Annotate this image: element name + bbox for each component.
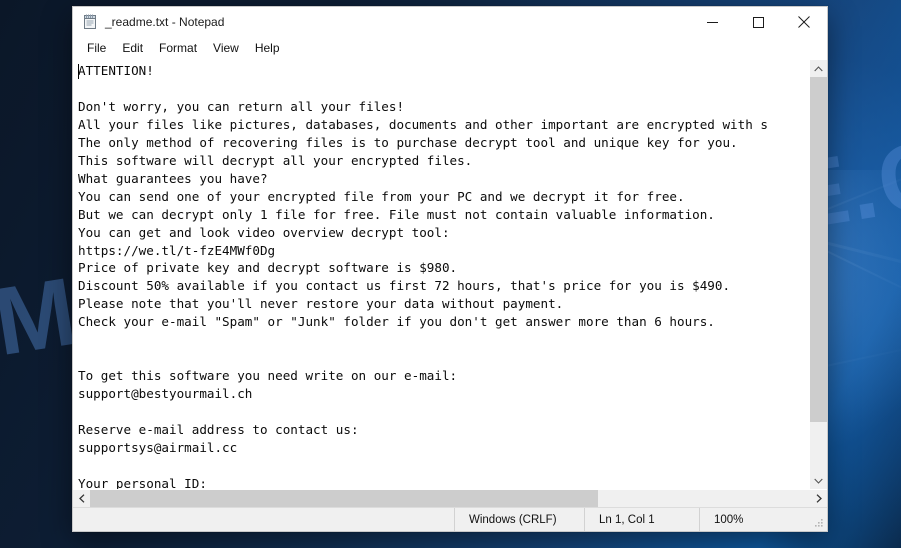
desktop-background: MYANTISPYWARE.COM _readme.txt - Notepad [0,0,901,548]
document-text: ATTENTION! Don't worry, you can return a… [78,63,768,489]
status-zoom-level: 100% [699,508,806,531]
chevron-down-icon [814,478,823,484]
chevron-right-icon [816,494,822,503]
scroll-left-button[interactable] [73,490,90,507]
scroll-up-button[interactable] [810,60,827,77]
editor-area: ATTENTION! Don't worry, you can return a… [73,59,827,489]
vertical-scrollbar-thumb[interactable] [810,77,827,422]
chevron-up-icon [814,65,823,71]
menu-item-view[interactable]: View [205,39,247,58]
window-title-bar[interactable]: _readme.txt - Notepad [73,7,827,37]
minimize-button[interactable] [689,7,735,37]
resize-grip[interactable] [806,508,827,531]
window-controls [689,7,827,37]
menu-item-file[interactable]: File [79,39,114,58]
maximize-button[interactable] [735,7,781,37]
maximize-icon [752,16,764,28]
notepad-icon [84,14,96,29]
chevron-left-icon [78,494,84,503]
title-bar-left: _readme.txt - Notepad [73,14,689,30]
minimize-icon [706,21,718,23]
notepad-window: _readme.txt - Notepad File Edit Format V… [72,6,828,532]
horizontal-scrollbar[interactable] [73,489,827,507]
status-line-ending: Windows (CRLF) [454,508,584,531]
text-editor[interactable]: ATTENTION! Don't worry, you can return a… [73,60,809,489]
resize-grip-icon [815,519,823,527]
close-icon [798,16,810,28]
scroll-right-button[interactable] [810,490,827,507]
status-bar-spacer [73,508,454,531]
window-title-text: _readme.txt - Notepad [105,15,225,29]
status-cursor-position: Ln 1, Col 1 [584,508,699,531]
scroll-down-button[interactable] [810,472,827,489]
menu-item-help[interactable]: Help [247,39,288,58]
menu-item-edit[interactable]: Edit [114,39,151,58]
vertical-scrollbar[interactable] [809,60,827,489]
horizontal-scrollbar-thumb[interactable] [90,490,598,507]
status-bar: Windows (CRLF) Ln 1, Col 1 100% [73,507,827,531]
menu-bar: File Edit Format View Help [73,37,827,59]
menu-item-format[interactable]: Format [151,39,205,58]
close-button[interactable] [781,7,827,37]
